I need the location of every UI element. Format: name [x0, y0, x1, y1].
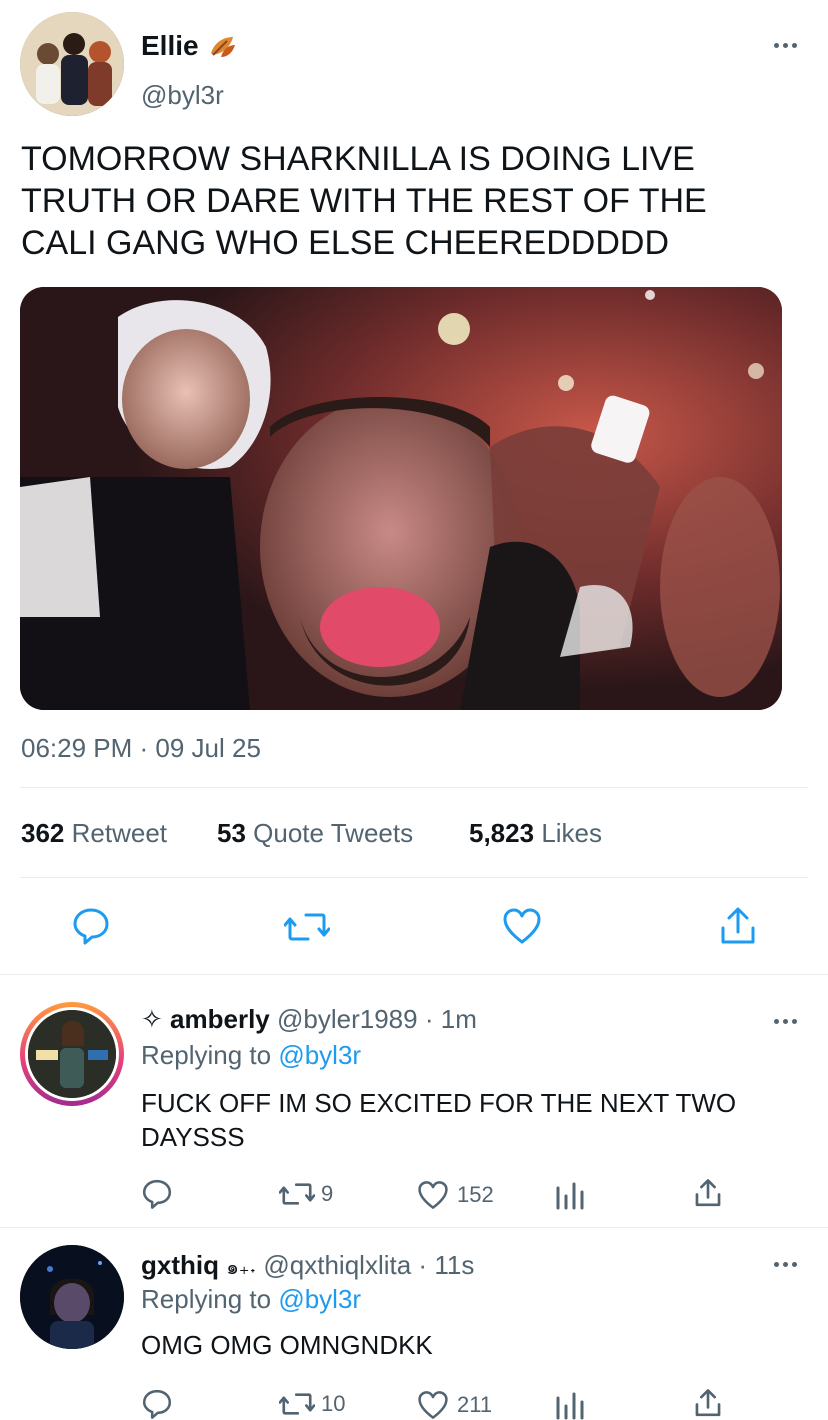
reply-more-options-icon[interactable]: [770, 1016, 800, 1026]
reply-like-button[interactable]: 211: [417, 1390, 492, 1420]
reply-more-options-icon[interactable]: [770, 1259, 800, 1269]
reply-header: gxthiq ๑₊˖ @qxthiqlxlita · 11s: [141, 1250, 474, 1283]
quotes-label: Quote Tweets: [253, 818, 414, 848]
share-icon[interactable]: [719, 906, 757, 946]
reply-separator: ·: [418, 1250, 428, 1280]
reply-like-count: 152: [457, 1182, 494, 1207]
reply-like-button[interactable]: 152: [417, 1180, 494, 1210]
divider: [20, 787, 808, 788]
reply-retweet-button[interactable]: 10: [279, 1390, 345, 1418]
reply-retweet-count: 9: [321, 1181, 334, 1206]
replying-to-label: Replying to: [141, 1040, 272, 1070]
retweets-label: Retweet: [71, 818, 168, 848]
display-name-text: Ellie: [141, 30, 199, 61]
reply-icon[interactable]: [71, 906, 111, 946]
retweet-icon[interactable]: [284, 909, 330, 945]
reply-handle[interactable]: @qxthiqlxlita: [263, 1250, 411, 1280]
divider: [0, 974, 828, 975]
reply-avatar[interactable]: [20, 1245, 124, 1349]
like-heart-icon: [417, 1390, 449, 1420]
analytics-icon[interactable]: [555, 1390, 585, 1420]
replying-to-line: Replying to @byl3r: [141, 1284, 361, 1315]
tweet-media-image[interactable]: [20, 287, 782, 710]
author-display-name[interactable]: Ellie: [141, 30, 237, 62]
likes-stat[interactable]: 5,823 Likes: [469, 818, 602, 849]
reply-time[interactable]: 11s: [434, 1250, 474, 1280]
author-avatar[interactable]: [20, 12, 124, 116]
reply-avatar[interactable]: [20, 1002, 124, 1106]
replying-to-line: Replying to @byl3r: [141, 1040, 361, 1071]
analytics-icon[interactable]: [555, 1180, 585, 1210]
reply-text: OMG OMG OMNGNDKK: [141, 1330, 433, 1360]
retweets-stat[interactable]: 362 Retweet: [21, 818, 167, 849]
reply-display-name[interactable]: gxthiq: [141, 1250, 219, 1280]
replying-to-handle-link[interactable]: @byl3r: [278, 1040, 361, 1070]
replying-to-label: Replying to: [141, 1284, 272, 1314]
reply-display-name[interactable]: amberly: [170, 1004, 270, 1034]
share-icon[interactable]: [694, 1178, 722, 1208]
retweet-icon: [279, 1180, 315, 1208]
retweets-count: 362: [21, 818, 65, 848]
reply-handle[interactable]: @byler1989: [277, 1004, 418, 1034]
share-icon[interactable]: [694, 1388, 722, 1418]
tweet-timestamp[interactable]: 06:29 PM · 09 Jul 25: [21, 733, 261, 764]
reply-icon[interactable]: [141, 1178, 173, 1210]
name-suffix-symbols: ๑₊˖: [226, 1257, 257, 1279]
reply-time[interactable]: 1m: [441, 1004, 477, 1034]
more-options-icon[interactable]: [770, 40, 800, 50]
retweet-icon: [279, 1390, 315, 1418]
replying-to-handle-link[interactable]: @byl3r: [278, 1284, 361, 1314]
quotes-count: 53: [217, 818, 246, 848]
like-heart-icon[interactable]: [502, 907, 542, 945]
reply-separator: ·: [424, 1004, 434, 1034]
reply-retweet-button[interactable]: 9: [279, 1180, 333, 1208]
reply-header: ✧ amberly @byler1989 · 1m: [141, 1004, 477, 1035]
leaf-emoji-icon: [207, 33, 237, 59]
likes-label: Likes: [541, 818, 603, 848]
reply-icon[interactable]: [141, 1388, 173, 1420]
divider: [20, 877, 808, 878]
reply-like-count: 211: [457, 1392, 493, 1417]
like-heart-icon: [417, 1180, 449, 1210]
reply-text: FUCK OFF IM SO EXCITED FOR THE NEXT TWO …: [141, 1088, 737, 1152]
author-handle[interactable]: @byl3r: [141, 80, 224, 111]
divider: [0, 1227, 828, 1228]
quote-tweets-stat[interactable]: 53 Quote Tweets: [217, 818, 413, 849]
reply-retweet-count: 10: [321, 1391, 346, 1416]
sparkle-prefix: ✧: [141, 1004, 163, 1034]
tweet-text: TOMORROW SHARKNILLA IS DOING LIVE TRUTH …: [21, 140, 707, 262]
likes-count: 5,823: [469, 818, 535, 848]
